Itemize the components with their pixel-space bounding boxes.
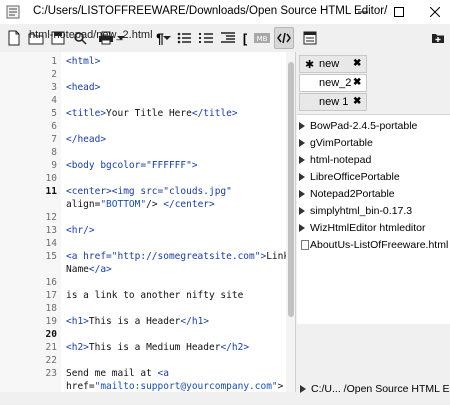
expand-arrow-icon[interactable]: [299, 224, 305, 232]
document-tooltip: html-notepad/new_2.html: [29, 29, 153, 41]
editor-horizontal-scrollbar[interactable]: [0, 392, 296, 405]
toolbar: ¶ [ MB html-notepad/new_2.html: [0, 24, 450, 52]
status-bar: C:/U... /Open Source HTML Editor: [297, 378, 450, 400]
minimize-button[interactable]: [348, 0, 378, 24]
new-document-icon: [8, 30, 20, 46]
close-tab-icon[interactable]: ✖: [353, 96, 361, 107]
code-view-button[interactable]: [274, 27, 294, 49]
document-tab-label: new 1: [319, 96, 349, 108]
maximize-icon: [394, 7, 404, 17]
new-document-button[interactable]: [4, 27, 24, 49]
bracket-button[interactable]: [: [240, 27, 250, 49]
bullet-list-button[interactable]: [174, 27, 194, 49]
document-tab-label: new: [319, 58, 340, 70]
modified-icon: ✱: [305, 59, 315, 71]
paragraph-dropdown[interactable]: [162, 27, 172, 49]
editor-line[interactable]: href="mailto:support@yourcompany.com">: [0, 378, 286, 392]
window-title: C:/Users/LISTOFFREEWARE/Downloads/Open S…: [33, 5, 388, 17]
chevron-down-icon: [163, 36, 171, 40]
tree-file[interactable]: AboutUs-ListOfFreeware.html: [297, 238, 450, 254]
indent-icon: [221, 32, 235, 43]
tree-folder[interactable]: html-notepad: [297, 153, 450, 169]
maximize-button[interactable]: [384, 0, 414, 24]
minimize-icon: [358, 11, 368, 13]
indent-button[interactable]: [218, 27, 238, 49]
tree-folder[interactable]: Notepad2Portable: [297, 187, 450, 203]
layout-button[interactable]: [300, 27, 320, 49]
expand-arrow-icon[interactable]: [299, 190, 305, 198]
expand-arrow-icon[interactable]: [300, 385, 306, 393]
close-icon: [430, 7, 440, 17]
bracket-icon: [: [242, 30, 248, 46]
title-bar: C:/Users/LISTOFFREEWARE/Downloads/Open S…: [0, 0, 450, 24]
close-button[interactable]: [420, 0, 450, 24]
editor-vertical-scrollbar[interactable]: [286, 52, 295, 392]
bullet-list-icon: [177, 32, 191, 44]
highlight-button[interactable]: MB: [252, 27, 272, 49]
code-editor[interactable]: 1 <html> 2 3 <head> 4 5 <title>Your Title Here<…: [0, 52, 296, 392]
tree-folder[interactable]: gVimPortable: [297, 136, 450, 152]
file-tree: BowPad-2.4.5-portable gVimPortable html-…: [297, 114, 450, 324]
numbered-list-icon: [199, 33, 213, 43]
close-tab-icon[interactable]: ✖: [353, 58, 361, 69]
close-tab-icon[interactable]: ✖: [353, 77, 361, 88]
add-folder-button[interactable]: [428, 27, 448, 49]
document-tab-new-1[interactable]: new 1 ✖: [299, 93, 367, 111]
add-folder-icon: [432, 34, 444, 43]
editor-scroll-thumb[interactable]: [288, 62, 294, 317]
code-view-icon: [277, 32, 291, 44]
line-code: href="mailto:support@yourcompany.com">: [66, 381, 284, 392]
file-icon: [301, 240, 309, 250]
tree-folder[interactable]: BowPad-2.4.5-portable: [297, 119, 450, 135]
expand-arrow-icon[interactable]: [299, 173, 305, 181]
expand-arrow-icon[interactable]: [299, 156, 305, 164]
document-tab-new[interactable]: ✱ new ✖: [299, 55, 367, 73]
expand-arrow-icon[interactable]: [299, 207, 305, 215]
tree-folder[interactable]: LibreOfficePortable: [297, 170, 450, 186]
numbered-list-button[interactable]: [196, 27, 216, 49]
app-icon: [6, 5, 20, 19]
highlight-icon: MB: [254, 33, 270, 43]
document-tab-new-2[interactable]: new_2 ✖: [299, 74, 367, 92]
tree-folder[interactable]: WizHtmlEditor htmleditor: [297, 221, 450, 237]
right-panel: ✱ new ✖ new_2 ✖ new 1 ✖ BowPad-2.4.5-por…: [297, 52, 450, 405]
expand-arrow-icon[interactable]: [299, 139, 305, 147]
svg-text:MB: MB: [257, 35, 268, 43]
expand-arrow-icon[interactable]: [299, 122, 305, 130]
document-tab-label: new_2: [319, 77, 352, 89]
layout-icon: [303, 31, 317, 45]
tree-folder[interactable]: simplyhtml_bin-0.17.3: [297, 204, 450, 220]
status-path: C:/U... /Open Source HTML Editor: [311, 383, 450, 395]
